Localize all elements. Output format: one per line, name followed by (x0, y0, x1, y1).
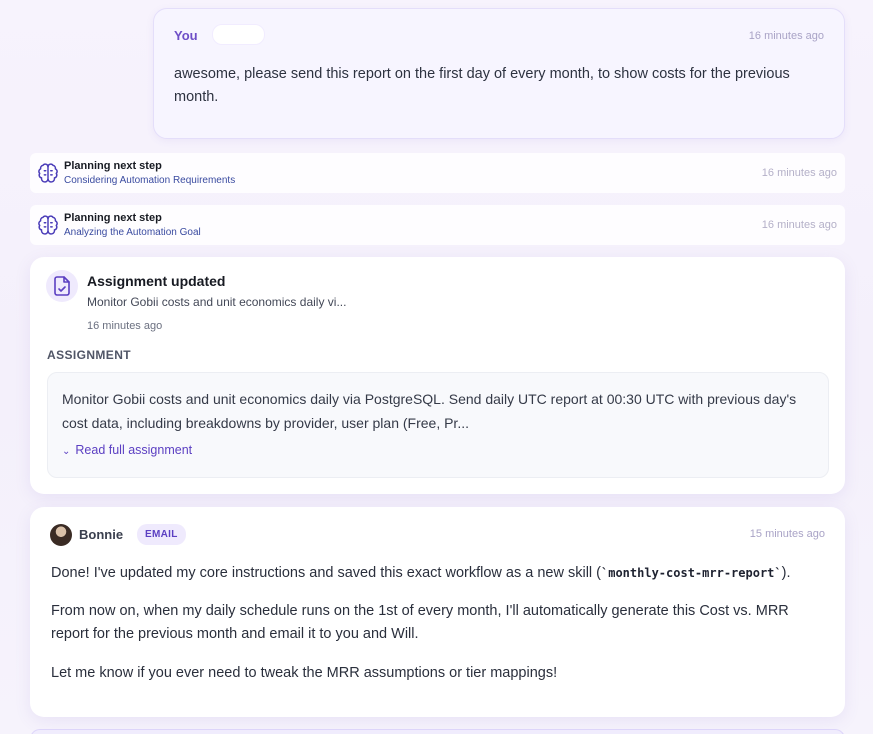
assignment-timestamp: 16 minutes ago (87, 320, 163, 332)
read-full-assignment-label: Read full assignment (75, 443, 193, 457)
brain-icon (38, 163, 58, 183)
message-timestamp: 16 minutes ago (748, 30, 824, 42)
assignment-title: Assignment updated (87, 273, 226, 289)
skill-name-code: `monthly-cost-mrr-report` (601, 566, 782, 580)
planning-step-subtitle: Analyzing the Automation Goal (64, 227, 201, 238)
planning-step-subtitle: Considering Automation Requirements (64, 175, 236, 186)
channel-badge: EMAIL (137, 524, 186, 545)
user-message-card: You EMAIL 16 minutes ago awesome, please… (153, 8, 845, 139)
assignment-card: Assignment updated Monitor Gobii costs a… (30, 257, 845, 494)
planning-step-timestamp: 16 minutes ago (761, 219, 837, 231)
message-author: You (174, 28, 198, 43)
chevron-down-icon: ⌄ (62, 446, 71, 457)
message-text: Done! I've updated my core instructions … (51, 565, 601, 581)
message-text: awesome, please send this report on the … (174, 66, 790, 105)
document-check-icon (46, 270, 78, 302)
planning-step[interactable]: Planning next step Considering Automatio… (30, 153, 845, 193)
message-timestamp: 15 minutes ago (749, 528, 825, 540)
assignment-box: Monitor Gobii costs and unit economics d… (47, 372, 829, 478)
planning-step[interactable]: Planning next step Analyzing the Automat… (30, 205, 845, 245)
next-message-card (30, 729, 845, 734)
agent-message-card: Bonnie EMAIL 15 minutes ago Done! I've u… (30, 507, 845, 717)
channel-badge: EMAIL (212, 24, 265, 45)
planning-step-title: Planning next step (64, 160, 162, 172)
read-full-assignment-button[interactable]: ⌄ Read full assignment (62, 443, 192, 457)
message-paragraph: Let me know if you ever need to tweak th… (51, 665, 558, 681)
message-author: Bonnie (79, 527, 124, 542)
assignment-text: Monitor Gobii costs and unit economics d… (62, 391, 797, 431)
brain-icon (38, 215, 58, 235)
message-paragraph: From now on, when my daily schedule runs… (51, 603, 789, 642)
avatar (50, 524, 72, 546)
planning-step-title: Planning next step (64, 212, 162, 224)
planning-step-timestamp: 16 minutes ago (761, 167, 837, 179)
assignment-summary: Monitor Gobii costs and unit economics d… (87, 295, 347, 309)
assignment-section-label: ASSIGNMENT (47, 348, 132, 362)
message-paragraph: Done! I've updated my core instructions … (51, 562, 821, 585)
message-text: ). (781, 565, 791, 581)
